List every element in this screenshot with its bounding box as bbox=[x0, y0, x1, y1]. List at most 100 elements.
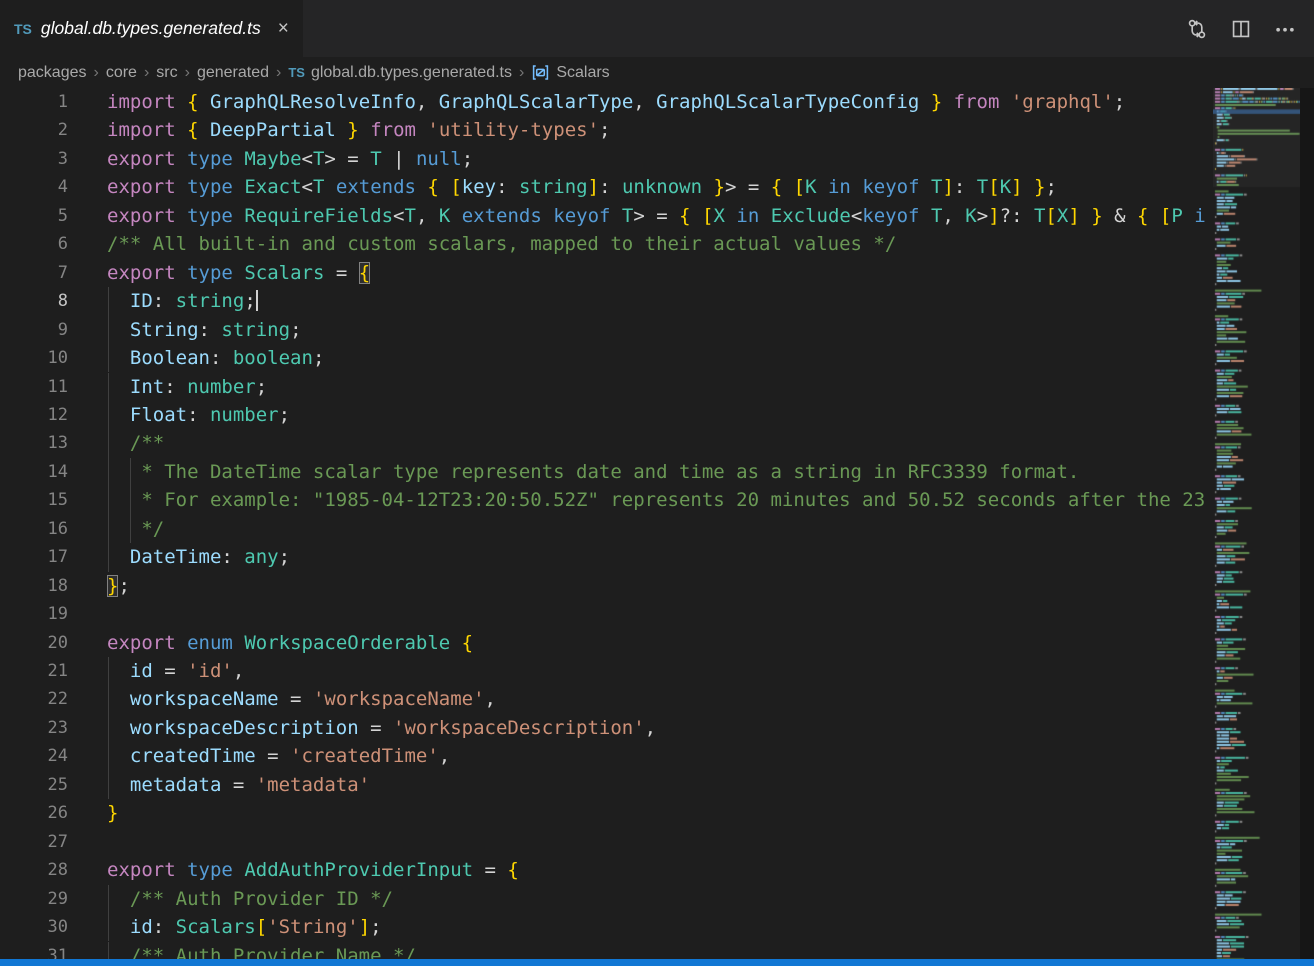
line-number: 14 bbox=[48, 458, 68, 486]
code-line-1[interactable]: import { GraphQLResolveInfo, GraphQLScal… bbox=[107, 88, 1213, 116]
code-line-31[interactable]: /** Auth Provider Name */ bbox=[107, 942, 1213, 960]
line-number: 6 bbox=[58, 230, 68, 258]
indent-guide bbox=[108, 885, 110, 913]
indent-guide bbox=[108, 942, 110, 960]
line-number: 8 bbox=[58, 287, 68, 315]
indent-guide bbox=[108, 287, 110, 315]
code-line-3[interactable]: export type Maybe<T> = T | null; bbox=[107, 145, 1213, 173]
line-number: 9 bbox=[58, 316, 68, 344]
breadcrumb-item-scalars[interactable]: Scalars bbox=[531, 63, 609, 82]
code-line-2[interactable]: import { DeepPartial } from 'utility-typ… bbox=[107, 116, 1213, 144]
code-line-13[interactable]: /** bbox=[107, 429, 1213, 457]
code-line-21[interactable]: id = 'id', bbox=[107, 657, 1213, 685]
breadcrumb-separator-icon: › bbox=[144, 64, 149, 82]
code-line-7[interactable]: export type Scalars = { bbox=[107, 259, 1213, 287]
code-line-27[interactable] bbox=[107, 828, 1213, 856]
code-line-6[interactable]: /** All built-in and custom scalars, map… bbox=[107, 230, 1213, 258]
text-cursor bbox=[256, 290, 259, 311]
line-number: 12 bbox=[48, 401, 68, 429]
breadcrumb-label: packages bbox=[18, 64, 87, 82]
breadcrumb-separator-icon: › bbox=[94, 64, 99, 82]
code-line-5[interactable]: export type RequireFields<T, K extends k… bbox=[107, 202, 1213, 230]
close-tab-icon[interactable]: × bbox=[278, 19, 289, 38]
code-line-30[interactable]: id: Scalars['String']; bbox=[107, 913, 1213, 941]
code-line-16[interactable]: */ bbox=[107, 515, 1213, 543]
indent-guide bbox=[108, 515, 110, 543]
breadcrumb-item-core[interactable]: core bbox=[106, 64, 137, 82]
code-line-26[interactable]: } bbox=[107, 799, 1213, 827]
breadcrumb-separator-icon: › bbox=[276, 64, 281, 82]
code-line-24[interactable]: createdTime = 'createdTime', bbox=[107, 742, 1213, 770]
line-number: 25 bbox=[48, 771, 68, 799]
code-line-28[interactable]: export type AddAuthProviderInput = { bbox=[107, 856, 1213, 884]
indent-guide bbox=[108, 344, 110, 372]
code-line-23[interactable]: workspaceDescription = 'workspaceDescrip… bbox=[107, 714, 1213, 742]
line-number-gutter: 1234567891011121314151617181920212223242… bbox=[0, 88, 107, 959]
code-line-19[interactable] bbox=[107, 600, 1213, 628]
breadcrumb-item-packages[interactable]: packages bbox=[18, 64, 87, 82]
code-line-25[interactable]: metadata = 'metadata' bbox=[107, 771, 1213, 799]
open-changes-icon[interactable] bbox=[1182, 14, 1212, 44]
split-editor-icon[interactable] bbox=[1226, 14, 1256, 44]
breadcrumb-item-src[interactable]: src bbox=[156, 64, 177, 82]
code-line-15[interactable]: * For example: "1985-04-12T23:20:50.52Z"… bbox=[107, 486, 1213, 514]
indent-guide bbox=[108, 685, 110, 713]
line-number: 1 bbox=[58, 88, 68, 116]
code-line-18[interactable]: }; bbox=[107, 572, 1213, 600]
line-number: 13 bbox=[48, 429, 68, 457]
breadcrumb-label: Scalars bbox=[556, 64, 609, 82]
line-number: 21 bbox=[48, 657, 68, 685]
matched-bracket: } bbox=[107, 575, 118, 597]
code-line-11[interactable]: Int: number; bbox=[107, 373, 1213, 401]
typescript-file-icon: TS bbox=[288, 65, 305, 80]
symbol-type-icon bbox=[531, 63, 550, 82]
code-line-22[interactable]: workspaceName = 'workspaceName', bbox=[107, 685, 1213, 713]
more-actions-icon[interactable] bbox=[1270, 14, 1300, 44]
line-number: 24 bbox=[48, 742, 68, 770]
code-line-29[interactable]: /** Auth Provider ID */ bbox=[107, 885, 1213, 913]
line-number: 7 bbox=[58, 259, 68, 287]
code-line-9[interactable]: String: string; bbox=[107, 316, 1213, 344]
code-editor[interactable]: 1234567891011121314151617181920212223242… bbox=[0, 88, 1314, 959]
code-line-12[interactable]: Float: number; bbox=[107, 401, 1213, 429]
line-number: 23 bbox=[48, 714, 68, 742]
indent-guide bbox=[108, 543, 110, 571]
code-line-14[interactable]: * The DateTime scalar type represents da… bbox=[107, 458, 1213, 486]
breadcrumb-separator-icon: › bbox=[519, 64, 524, 82]
breadcrumb-label: generated bbox=[197, 64, 269, 82]
indent-guide bbox=[108, 657, 110, 685]
line-number: 16 bbox=[48, 515, 68, 543]
minimap[interactable] bbox=[1213, 88, 1300, 959]
indent-guide bbox=[108, 458, 110, 486]
tab-label: global.db.types.generated.ts bbox=[41, 18, 261, 39]
line-number: 31 bbox=[48, 942, 68, 960]
breadcrumb-item-global-db-types-generated-ts[interactable]: TS global.db.types.generated.ts bbox=[288, 64, 512, 82]
line-number: 5 bbox=[58, 202, 68, 230]
indent-guide bbox=[108, 771, 110, 799]
line-number: 18 bbox=[48, 572, 68, 600]
code-line-17[interactable]: DateTime: any; bbox=[107, 543, 1213, 571]
indent-guide bbox=[130, 515, 132, 543]
indent-guide bbox=[130, 458, 132, 486]
breadcrumb-item-generated[interactable]: generated bbox=[197, 64, 269, 82]
indent-guide bbox=[108, 913, 110, 941]
code-line-4[interactable]: export type Exact<T extends { [key: stri… bbox=[107, 173, 1213, 201]
breadcrumb-label: global.db.types.generated.ts bbox=[311, 64, 512, 82]
code-line-8[interactable]: ID: string; bbox=[107, 287, 1213, 315]
indent-guide bbox=[108, 373, 110, 401]
code-content[interactable]: import { GraphQLResolveInfo, GraphQLScal… bbox=[107, 88, 1213, 959]
line-number: 30 bbox=[48, 913, 68, 941]
line-number: 22 bbox=[48, 685, 68, 713]
line-number: 10 bbox=[48, 344, 68, 372]
line-number: 17 bbox=[48, 543, 68, 571]
line-number: 11 bbox=[48, 373, 68, 401]
code-line-10[interactable]: Boolean: boolean; bbox=[107, 344, 1213, 372]
tab-global-db-types-generated[interactable]: TS global.db.types.generated.ts × bbox=[0, 0, 303, 57]
indent-guide bbox=[108, 486, 110, 514]
code-line-20[interactable]: export enum WorkspaceOrderable { bbox=[107, 629, 1213, 657]
vertical-scrollbar[interactable] bbox=[1300, 88, 1314, 959]
matched-bracket: { bbox=[359, 262, 370, 284]
line-number: 3 bbox=[58, 145, 68, 173]
breadcrumb: packages › core › src › generated › TS global.db.… bbox=[0, 57, 1314, 88]
line-number: 2 bbox=[58, 116, 68, 144]
